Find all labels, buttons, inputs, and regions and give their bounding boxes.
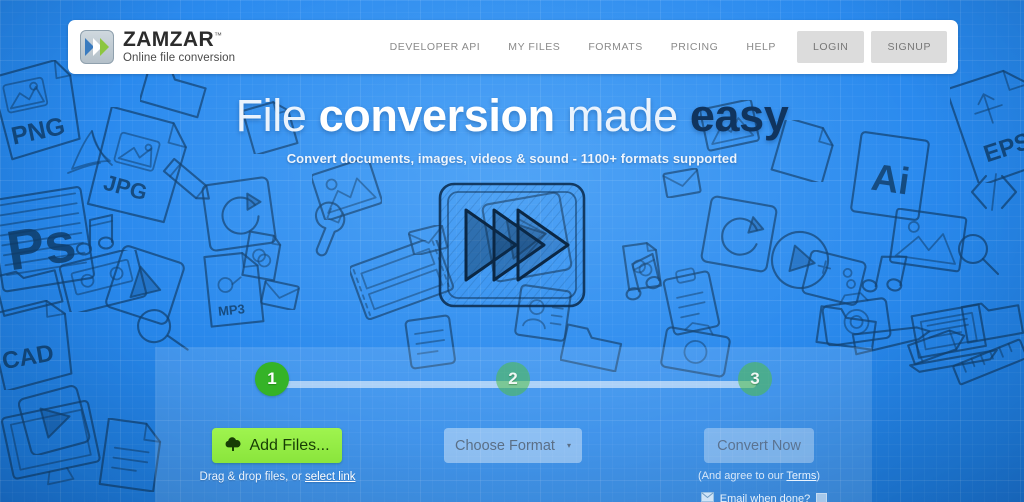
envelope-icon [700,492,714,502]
login-button[interactable]: LOGIN [797,31,865,63]
choose-format-label: Choose Format [455,437,555,454]
choose-format-dropdown[interactable]: Choose Format ▾ [444,428,582,463]
ps-file-icon: Ps [0,186,95,293]
document-icon [622,242,662,292]
pencil-icon [907,329,966,366]
envelope-icon [260,280,300,310]
envelope-icon [662,168,702,198]
chevron-down-icon: ▾ [566,441,571,450]
svg-text:CAD: CAD [0,339,56,375]
site-header: ZAMZAR™ Online file conversion DEVELOPER… [68,20,958,74]
svg-text:Ps: Ps [2,209,80,282]
folder-icon [815,305,877,351]
ruler-icon [952,338,1024,386]
wrench-icon [314,201,346,257]
hero-section: File conversion made easy Convert docume… [0,92,1024,166]
camera-icon [821,292,892,346]
page-title: File conversion made easy [0,92,1024,139]
dropzone-hint: Drag & drop files, or select link [195,471,360,483]
email-when-done-row: Email when done? [683,492,845,502]
document-icon [241,230,282,282]
main-navigation: DEVELOPER API MY FILES FORMATS PRICING H… [376,31,947,63]
refresh-icon [201,176,277,252]
brand-logo[interactable]: ZAMZAR™ Online file conversion [80,29,235,65]
trademark-symbol: ™ [214,31,223,41]
select-link[interactable]: select link [305,471,356,483]
cad-file-icon: CAD [0,300,73,390]
terms-notice: (And agree to our Terms) [683,470,835,482]
headline-word-easy: easy [689,90,789,141]
email-when-done-checkbox[interactable] [816,493,828,502]
laptop-icon [909,303,998,373]
page-root: PNG JPG Ps CAD MP3 Ai EPS ZAMZAR™ Online… [0,0,1024,502]
brand-tagline: Online file conversion [123,52,236,65]
folder-icon [0,269,64,317]
headline-word-made: made [566,90,678,141]
step-1-badge: 1 [255,362,289,396]
mp3-file-icon: MP3 [203,251,265,328]
folder-icon [960,302,1024,344]
dropzone-hint-text: Drag & drop files, or [199,471,305,483]
zamzar-chevrons-logo-icon [80,30,114,64]
play-icon [105,245,185,325]
clipboard-icon [662,267,721,336]
signup-button[interactable]: SIGNUP [871,31,947,63]
terms-suffix: ) [816,470,821,482]
brand-name: ZAMZAR [123,28,215,52]
headline-word-file: File [235,90,307,141]
refresh-icon [700,195,778,273]
nav-my-files[interactable]: MY FILES [494,41,574,53]
nav-pricing[interactable]: PRICING [657,41,733,53]
monitor-icon [1,400,101,486]
svg-text:JPG: JPG [101,170,150,206]
cloud-upload-icon [224,435,242,456]
play-icon [770,230,830,290]
music-note-icon [75,213,115,256]
cassette-tape-icon [58,250,148,312]
converter-controls: Add Files... Drag & drop files, or selec… [155,417,872,502]
converter-panel: 1 2 3 Add Files... Drag & drop files, or… [155,347,872,502]
nav-help[interactable]: HELP [732,41,790,53]
hero-subtitle: Convert documents, images, videos & soun… [286,151,738,167]
step-indicator: 1 2 3 [155,347,872,417]
headline-word-conversion: conversion [318,90,555,141]
music-note-icon [625,252,662,301]
email-when-done-label: Email when done? [719,492,811,502]
music-note-icon [861,255,908,293]
play-icon [18,385,91,455]
code-brackets-icon [970,173,1018,211]
image-icon [889,208,968,273]
add-files-button[interactable]: Add Files... [212,428,342,463]
add-files-label: Add Files... [249,436,330,454]
search-icon [957,233,1000,276]
svg-text:MP3: MP3 [217,301,245,319]
clipboard-icon [801,250,867,306]
convert-now-button[interactable]: Convert Now [704,428,814,463]
step-3-badge: 3 [738,362,772,396]
fast-forward-sketch-icon [432,178,592,318]
step-2-badge: 2 [496,362,530,396]
terms-prefix: (And agree to our [697,470,787,482]
nav-developer-api[interactable]: DEVELOPER API [376,41,495,53]
terms-link[interactable]: Terms [786,470,816,482]
image-icon [312,160,382,220]
nav-formats[interactable]: FORMATS [574,41,656,53]
